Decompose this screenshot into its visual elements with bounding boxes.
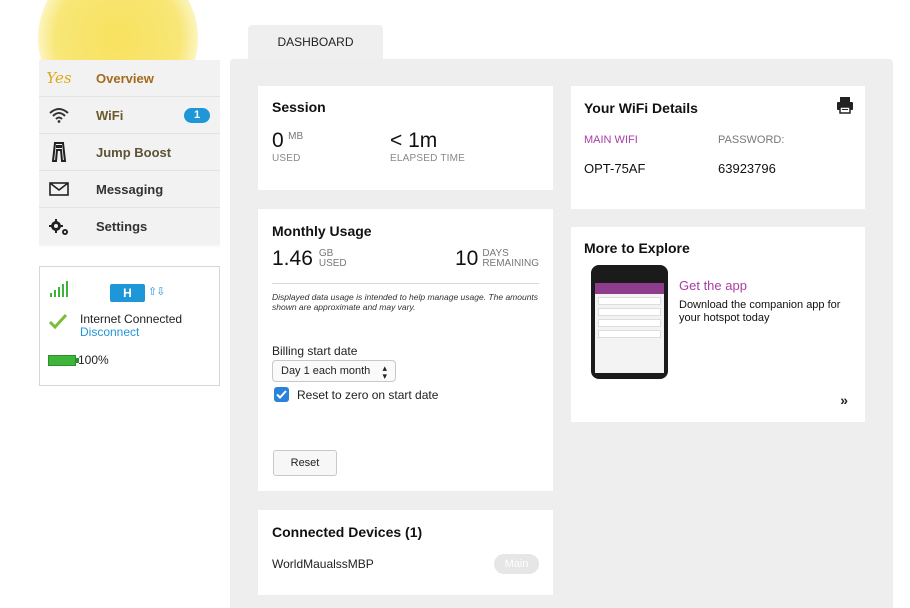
data-transfer-icon: ⇧⇩ <box>148 286 165 298</box>
billing-start-select[interactable]: Day 1 each month ▴ ▾ <box>272 360 396 382</box>
battery-status: 100% <box>48 353 109 367</box>
select-arrows-icon: ▴ ▾ <box>382 363 387 381</box>
checkmark-icon <box>48 313 68 339</box>
usage-days: 10 DAYS REMAINING <box>455 247 539 271</box>
disconnect-link[interactable]: Disconnect <box>80 326 182 339</box>
envelope-icon <box>39 182 79 196</box>
reset-button[interactable]: Reset <box>273 450 337 476</box>
wifi-details-card: Your WiFi Details MAIN WIFI PASSWORD: OP… <box>571 86 865 209</box>
session-used-label: USED <box>272 153 301 164</box>
battery-icon <box>48 354 79 366</box>
battery-percent: 100% <box>78 353 109 367</box>
checkbox-checked-icon[interactable] <box>274 387 289 402</box>
usage-used-value: 1.46 <box>272 247 313 270</box>
sidebar-item-overview[interactable]: Yes Overview <box>39 60 220 97</box>
sidebar-item-label: WiFi <box>96 107 124 123</box>
wifi-password: 63923796 <box>718 161 776 176</box>
usage-days-value: 10 <box>454 247 479 270</box>
connected-devices-card: Connected Devices (1) WorldMaualssMBP Ma… <box>258 510 553 595</box>
device-status-panel: H ⇧⇩ Internet Connected Disconnect 100% <box>39 266 220 386</box>
usage-days-label: REMAINING <box>482 258 539 269</box>
billing-start-value: Day 1 each month <box>281 365 371 377</box>
session-elapsed-value: < 1m <box>390 129 438 152</box>
usage-used-label: USED <box>318 258 347 269</box>
password-label: PASSWORD: <box>718 134 785 146</box>
wifi-title: Your WiFi Details <box>584 100 698 116</box>
yes-logo-icon: Yes <box>46 69 72 87</box>
session-elapsed-label: ELAPSED TIME <box>390 153 466 164</box>
sidebar: Yes Overview WiFi 1 Jump Boost Messaging… <box>39 60 220 245</box>
network-type-badge: H <box>110 284 145 302</box>
main-wifi-label: MAIN WIFI <box>584 134 638 146</box>
connection-label: Internet Connected <box>80 312 183 326</box>
usage-used: 1.46 GB USED <box>272 247 347 271</box>
jump-boost-icon <box>39 142 79 162</box>
phone-app-image <box>591 265 668 379</box>
sidebar-item-label: Settings <box>96 219 148 234</box>
gears-icon <box>39 218 79 236</box>
usage-disclaimer: Displayed data usage is intended to help… <box>272 292 539 312</box>
usage-divider <box>272 283 539 284</box>
reset-to-zero-label: Reset to zero on start date <box>297 387 439 402</box>
session-used-unit: MB <box>288 131 304 142</box>
get-the-app-link[interactable]: Get the app <box>679 278 747 293</box>
tab-dashboard[interactable]: DASHBOARD <box>248 25 383 62</box>
sidebar-item-settings[interactable]: Settings <box>39 208 220 245</box>
signal-strength-icon <box>50 281 70 297</box>
sidebar-item-wifi[interactable]: WiFi 1 <box>39 97 220 134</box>
device-main-tag: Main <box>494 554 539 574</box>
sidebar-item-label: Overview <box>96 70 154 86</box>
devices-title: Connected Devices (1) <box>272 524 423 540</box>
connection-status: Internet Connected Disconnect <box>48 313 182 339</box>
session-elapsed: < 1m ELAPSED TIME <box>390 129 465 164</box>
sidebar-item-messaging[interactable]: Messaging <box>39 171 220 208</box>
reset-to-zero-checkbox[interactable]: Reset to zero on start date <box>274 387 438 402</box>
device-name: WorldMaualssMBP <box>272 557 374 571</box>
sidebar-item-label: Jump Boost <box>96 144 172 160</box>
billing-start-label: Billing start date <box>272 344 358 358</box>
explore-title: More to Explore <box>584 240 690 256</box>
monthly-usage-card: Monthly Usage 1.46 GB USED 10 DAYS REMAI… <box>258 209 553 491</box>
more-to-explore-card: More to Explore Get the app Download the… <box>571 227 865 422</box>
more-arrow-icon[interactable]: » <box>840 392 848 408</box>
session-card: Session 0 MB USED < 1m ELAPSED TIME <box>258 86 553 190</box>
session-used-value: 0 <box>272 129 284 152</box>
session-title: Session <box>272 99 326 115</box>
printer-icon[interactable] <box>836 96 854 119</box>
app-description: Download the companion app for your hots… <box>679 299 841 324</box>
usage-title: Monthly Usage <box>272 223 372 239</box>
wifi-ssid: OPT-75AF <box>584 161 646 176</box>
wifi-icon <box>39 107 79 123</box>
session-used: 0 MB USED <box>272 129 303 164</box>
sidebar-item-label: Messaging <box>96 181 164 197</box>
sidebar-item-jump-boost[interactable]: Jump Boost <box>39 134 220 171</box>
wifi-count-badge: 1 <box>184 108 210 123</box>
